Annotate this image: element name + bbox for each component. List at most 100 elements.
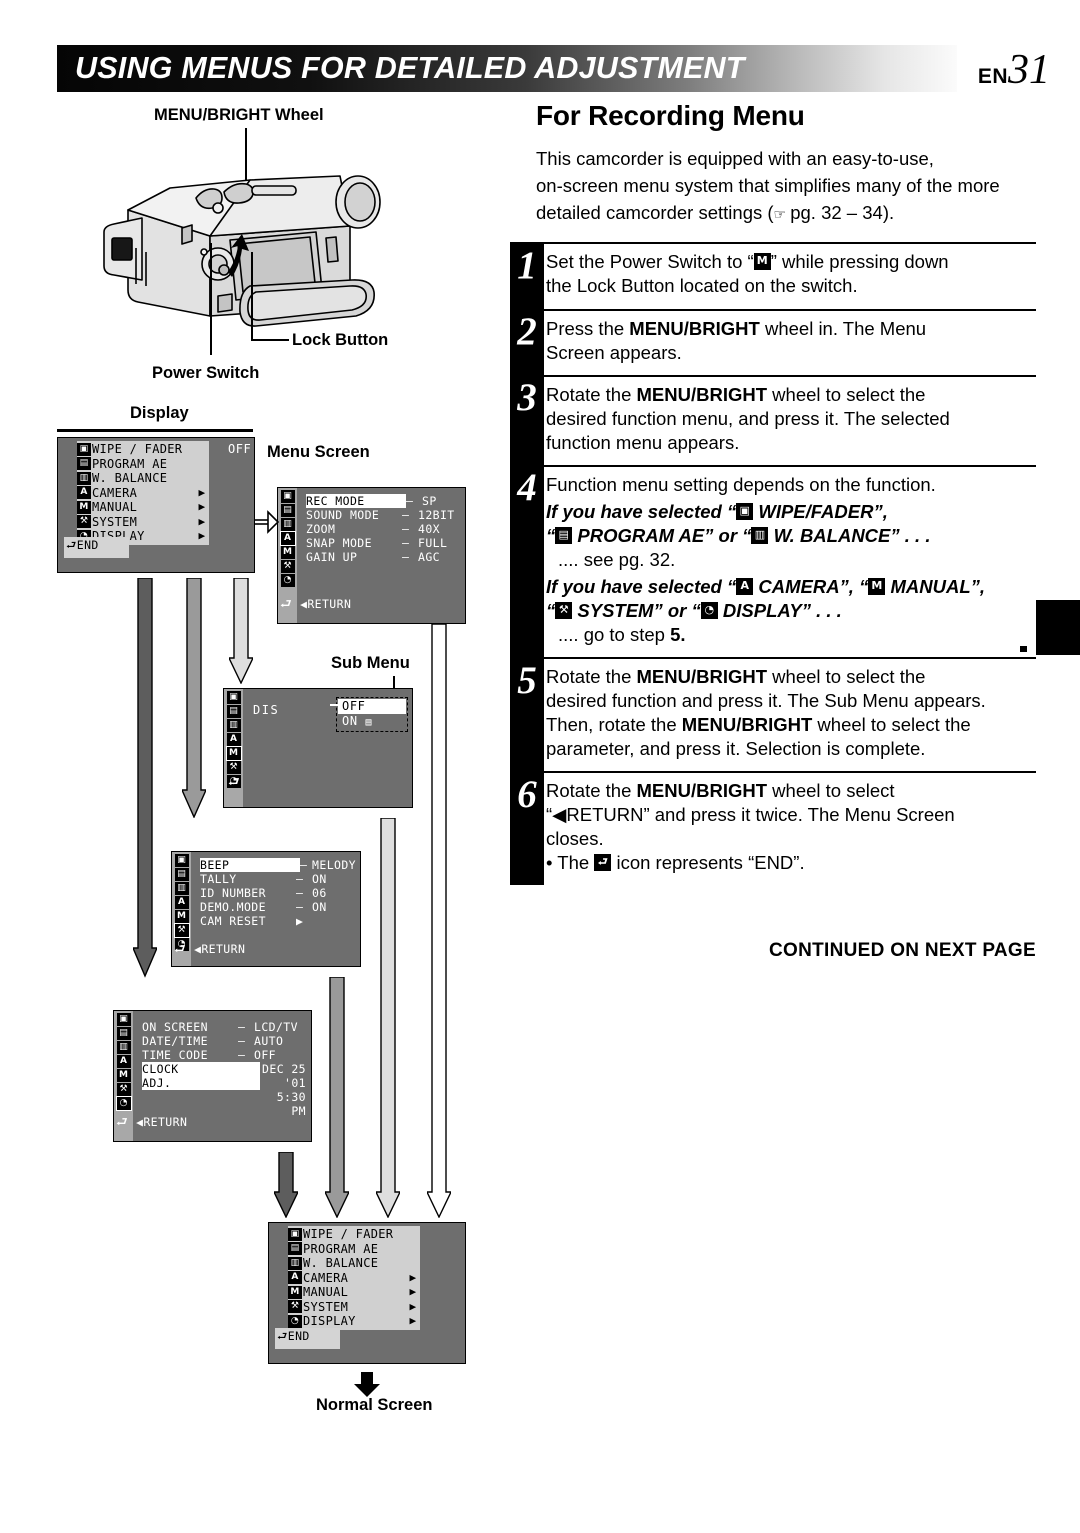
A-rail-icon[interactable]: A (279, 531, 296, 546)
wipe-rail-icon[interactable]: ▣ (116, 1013, 131, 1026)
return-row[interactable]: ⮐ ◀RETURN (116, 1115, 187, 1130)
A-rail-icon[interactable]: A (174, 896, 189, 909)
osd-row[interactable]: SOUND MODE –12BIT (306, 508, 461, 522)
return-row[interactable]: ⮐ (228, 773, 240, 795)
pointing-hand-icon: ☞ (773, 206, 787, 223)
clock-rail-icon[interactable]: ◔ (280, 574, 295, 587)
manual-page: USING MENUS FOR DETAILED ADJUSTMENT EN31… (0, 0, 1080, 1533)
osd-row-separator: ▶ (296, 914, 304, 928)
menu-item-wipe-fader[interactable]: ▣ WIPE / FADER (288, 1227, 420, 1242)
intro-line-3b: pg. 32 – 34). (785, 201, 895, 223)
A-rail-icon[interactable]: A (226, 733, 241, 746)
clock-rail-icon[interactable]: ◔ (115, 1096, 132, 1111)
wipe-rail-icon[interactable]: ▣ (280, 490, 295, 503)
sub-menu-option-box[interactable]: OFF ON ▤ (336, 697, 408, 732)
end-label: END (287, 1329, 310, 1343)
menu-item-program-ae[interactable]: ▤ PROGRAM AE (288, 1242, 420, 1257)
menu-item-manual[interactable]: M MANUAL ▶ (288, 1285, 420, 1300)
leader-line-power-switch (210, 243, 212, 355)
M-rail-icon[interactable]: M (225, 746, 242, 761)
osd-row[interactable]: CAM RESET ▶ (200, 914, 356, 928)
osd-row[interactable]: GAIN UP – AGC (306, 550, 461, 564)
osd-row[interactable]: ON SCREEN – LCD/TV (142, 1020, 307, 1034)
osd-row[interactable]: SNAP MODE – FULL (306, 536, 461, 550)
menu-item-label: SYSTEM (303, 1299, 349, 1314)
option-pointer (330, 704, 338, 706)
menu-item-wipe-fader[interactable]: ▣ WIPE / FADER (77, 442, 209, 457)
system-rail-icon[interactable]: ⚒ (280, 560, 295, 573)
menu-rows[interactable]: BEEP – MELODY TALLY – ON ID NUMBER –06 DEMO.MOD… (200, 858, 356, 928)
menu-item-system[interactable]: ⚒ SYSTEM ▶ (288, 1300, 420, 1315)
osd-system-menu[interactable]: ▣ ▤ ▥ A M ⚒ ◔ BEEP – MELODY TALLY – ON ID NUMBER –06… (171, 851, 361, 967)
M-rail-icon[interactable]: M (280, 546, 295, 559)
menu-rows[interactable]: REC MODE – SP SOUND MODE –12BIT ZOOM –40X SNAP … (306, 494, 461, 564)
menu-item-display[interactable]: ◔ DISPLAY ▶ (288, 1314, 420, 1329)
return-icon: ⮐ (116, 1115, 129, 1130)
osd-display-menu[interactable]: ▣ ▤ ▥ A M ⚒ ◔ ON SCREEN – LCD/TV DATE/TIME – AUTO TI… (113, 1010, 312, 1142)
step-4-alt2-note-b: 5. (670, 624, 686, 646)
language-code: EN (977, 65, 1008, 88)
wbalance-rail-icon[interactable]: ▥ (116, 1041, 131, 1054)
section-intro: This camcorder is equipped with an easy-… (536, 146, 1036, 226)
menu-item-manual[interactable]: M MANUAL ▶ (77, 500, 209, 515)
program-rail-icon[interactable]: ▤ (174, 868, 189, 881)
menu-rows[interactable]: ON SCREEN – LCD/TV DATE/TIME – AUTO TIME CODE –… (142, 1020, 307, 1062)
osd-row[interactable]: DATE/TIME – AUTO (142, 1034, 307, 1048)
menu-item-list[interactable]: ▣ WIPE / FADER ▤ PROGRAM AE ▥ W. BALANCE A CAME… (77, 441, 209, 545)
system-rail-icon[interactable]: ⚒ (173, 923, 190, 938)
A-rail-icon[interactable]: A (116, 1055, 131, 1068)
osd-camera-menu[interactable]: ▣ ▤ ▥ A M ⚒ ◔ REC MODE – SP SOUND MODE –12BIT ZOOM –… (277, 487, 466, 624)
osd-row[interactable]: ZOOM –40X (306, 522, 461, 536)
end-box[interactable]: ⮐END (64, 537, 129, 558)
step-4-alt1-note: .... see pg. 32. (558, 548, 676, 570)
osd-row-value: 12BIT (418, 508, 455, 522)
wipe-rail-icon[interactable]: ▣ (174, 854, 189, 867)
end-row[interactable]: ⮐END (275, 1328, 340, 1349)
menu-item-system[interactable]: ⚒ SYSTEM ▶ (77, 515, 209, 530)
osd-main-menu-bottom[interactable]: ▣ WIPE / FADER ▤ PROGRAM AE ▥ W. BALANCE A CAME… (268, 1222, 466, 1364)
program-rail-icon[interactable]: ▤ (280, 504, 295, 517)
page-edge-tab (1036, 600, 1080, 655)
menu-item-program-ae[interactable]: ▤ PROGRAM AE (77, 457, 209, 472)
chevron-right-icon: ▶ (409, 1270, 417, 1284)
osd-sub-menu[interactable]: ▣ ▤ ▥ A M ⚒ ◔ DIS OFF ON ▤ ⮐ (223, 688, 413, 808)
menu-item-camera[interactable]: A CAMERA ▶ (288, 1271, 420, 1286)
wbalance-icon: ▥ (77, 471, 91, 485)
step-1-line2: the Lock Button located on the switch. (546, 275, 858, 297)
wipe-rail-icon[interactable]: ▣ (226, 691, 241, 704)
wbalance-rail-icon[interactable]: ▥ (174, 882, 189, 895)
option-on[interactable]: ON ▤ (338, 714, 406, 730)
osd-row[interactable]: REC MODE – SP (306, 494, 461, 508)
wbalance-rail-icon[interactable]: ▥ (226, 719, 241, 732)
program-rail-icon[interactable]: ▤ (116, 1027, 131, 1040)
osd-row[interactable]: DEMO.MODE – ON (200, 900, 356, 914)
osd-row-value: AGC (418, 550, 440, 564)
menu-item-w-balance[interactable]: ▥ W. BALANCE (77, 471, 209, 486)
menu-item-list[interactable]: ▣ WIPE / FADER ▤ PROGRAM AE ▥ W. BALANCE A CAME… (288, 1226, 420, 1330)
osd-row[interactable]: BEEP – MELODY (200, 858, 356, 872)
end-box[interactable]: ⮐END (275, 1328, 340, 1349)
osd-row[interactable]: ID NUMBER –06 (200, 886, 356, 900)
step-6: 6 Rotate the MENU/BRIGHT wheel to select… (510, 770, 1036, 886)
intro-line-1: This camcorder is equipped with an easy-… (536, 148, 934, 169)
option-off[interactable]: OFF (338, 699, 406, 714)
osd-row[interactable]: TALLY – ON (200, 872, 356, 886)
label-display: Display (130, 404, 189, 422)
return-arrow-camera-menu (427, 624, 451, 1218)
M-rail-icon[interactable]: M (174, 910, 189, 923)
menu-item-camera[interactable]: A CAMERA ▶ (77, 486, 209, 501)
M-rail-icon[interactable]: M (116, 1069, 131, 1082)
wipe-icon: ▣ (77, 442, 91, 456)
return-row[interactable]: ⮐ ◀RETURN (174, 942, 245, 957)
system-rail-icon[interactable]: ⚒ (116, 1083, 131, 1096)
osd-main-menu-top[interactable]: ▣ WIPE / FADER ▤ PROGRAM AE ▥ W. BALANCE A CAME… (57, 437, 255, 573)
osd-row[interactable]: TIME CODE – OFF (142, 1048, 307, 1062)
M-icon: M (77, 500, 91, 514)
end-row[interactable]: ⮐END (64, 537, 129, 558)
menu-item-w-balance[interactable]: ▥ W. BALANCE (288, 1256, 420, 1271)
step-4-alt2-note: .... go to step 5. (546, 623, 1036, 647)
program-rail-icon[interactable]: ▤ (226, 705, 241, 718)
return-row[interactable]: ⮐ ◀RETURN (280, 597, 351, 612)
clock-adj-highlight[interactable]: CLOCK ADJ. (142, 1062, 260, 1090)
wbalance-rail-icon[interactable]: ▥ (280, 518, 295, 531)
